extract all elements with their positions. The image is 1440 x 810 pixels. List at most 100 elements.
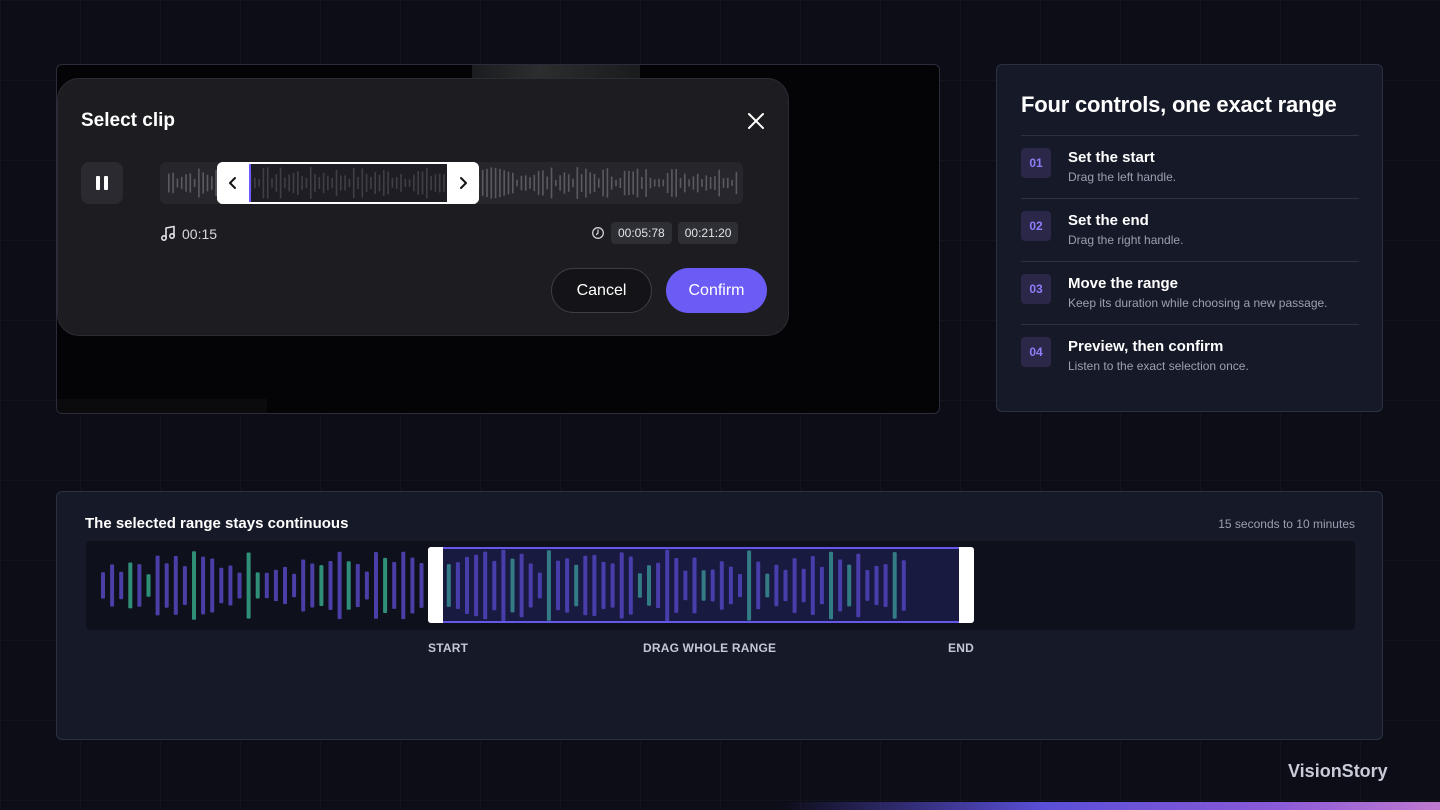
waveform-bar <box>705 175 708 191</box>
waveform-bar <box>576 167 579 199</box>
demo-start-handle[interactable] <box>428 547 443 623</box>
waveform-bar <box>419 563 424 608</box>
waveform-bar <box>585 168 587 198</box>
step-item: 02 Set the end Drag the right handle. <box>1021 198 1359 261</box>
demo-end-handle[interactable] <box>959 547 974 623</box>
waveform-bar <box>593 173 596 193</box>
waveform-bar <box>529 177 531 189</box>
waveform-bar <box>572 178 574 188</box>
chevron-left-icon <box>229 177 236 189</box>
waveform-bar <box>364 571 369 600</box>
step-title: Set the end <box>1068 212 1149 229</box>
start-time: 00:05:78 <box>611 222 672 244</box>
select-clip-modal: Select clip 00:15 00:05:78 00:21:20 Canc… <box>57 78 789 336</box>
waveform-bar <box>494 168 497 199</box>
waveform-bar <box>555 179 557 187</box>
waveform-bar <box>246 552 251 619</box>
waveform-bar <box>550 167 553 199</box>
waveform-bar <box>237 572 242 599</box>
waveform-bar <box>164 563 169 608</box>
pause-icon <box>96 176 100 190</box>
end-label: END <box>948 641 974 655</box>
waveform-bar <box>310 563 315 608</box>
time-range-display: 00:05:78 00:21:20 <box>591 222 739 244</box>
step-title: Move the range <box>1068 275 1179 292</box>
waveform-bar <box>615 179 617 187</box>
waveform-bar <box>101 572 105 599</box>
close-icon[interactable] <box>744 109 768 133</box>
waveform-bar <box>490 167 493 199</box>
waveform-bar <box>503 170 505 196</box>
waveform-bar <box>172 172 174 194</box>
step-description: Drag the right handle. <box>1068 233 1184 247</box>
waveform-bar <box>675 169 677 197</box>
start-handle[interactable] <box>217 162 249 204</box>
waveform-bar <box>392 562 397 609</box>
bottom-glow <box>780 802 1440 810</box>
step-description: Listen to the exact selection once. <box>1068 359 1249 373</box>
waveform-bar <box>211 176 213 190</box>
video-frame-shadow <box>57 399 267 413</box>
waveform-bar <box>623 170 626 196</box>
waveform-bar <box>168 173 170 193</box>
music-note-icon <box>160 225 176 242</box>
waveform-bar <box>198 168 200 198</box>
waveform-bar <box>202 172 204 194</box>
waveform-bar <box>567 174 570 192</box>
waveform-bar <box>653 179 656 187</box>
waveform-bar <box>337 551 342 620</box>
waveform-bar <box>602 169 604 197</box>
waveform-bar <box>283 566 287 605</box>
waveform-bar <box>401 551 406 620</box>
waveform-bar <box>516 179 518 187</box>
step-number: 01 <box>1021 148 1051 178</box>
cancel-button[interactable]: Cancel <box>551 268 652 313</box>
end-handle[interactable] <box>447 162 479 204</box>
waveform-bar <box>662 179 665 187</box>
waveform-bar <box>701 179 703 187</box>
waveform-bar <box>542 170 544 196</box>
waveform-bar <box>507 171 510 195</box>
step-number: 02 <box>1021 211 1051 241</box>
modal-title: Select clip <box>81 110 175 131</box>
waveform-bar <box>176 178 179 188</box>
waveform-bar <box>146 574 151 597</box>
waveform-bar <box>671 169 673 197</box>
pause-button[interactable] <box>81 162 123 204</box>
waveform-bar <box>119 571 124 600</box>
waveform-bar <box>559 175 561 191</box>
waveform-bar <box>606 168 609 198</box>
step-item: 04 Preview, then confirm Listen to the e… <box>1021 324 1359 387</box>
clip-selection[interactable] <box>217 162 479 204</box>
waveform-bar <box>610 176 613 190</box>
waveform-bar <box>580 174 583 192</box>
waveform-bar <box>383 557 388 613</box>
waveform-bar <box>658 178 660 187</box>
waveform-bar <box>524 175 527 191</box>
range-demo-panel: The selected range stays continuous 15 s… <box>56 491 1383 740</box>
waveform-bar <box>301 559 306 612</box>
waveform-bar <box>632 171 634 195</box>
waveform-bar <box>173 556 178 615</box>
waveform-bar <box>185 174 187 192</box>
waveform-bar <box>636 168 639 198</box>
range-demo-title: The selected range stays continuous <box>85 515 349 532</box>
chevron-right-icon <box>460 177 467 189</box>
waveform-bar <box>727 177 729 189</box>
waveform-bar <box>649 177 652 189</box>
end-time: 00:21:20 <box>677 222 739 244</box>
confirm-button[interactable]: Confirm <box>666 268 767 313</box>
waveform-bar <box>319 565 324 606</box>
waveform-bar <box>481 170 484 196</box>
waveform-bar <box>598 178 600 188</box>
playhead <box>249 164 251 202</box>
demo-selection[interactable] <box>428 547 974 623</box>
waveform-bar <box>273 569 278 602</box>
step-description: Keep its duration while choosing a new p… <box>1068 296 1328 310</box>
step-title: Preview, then confirm <box>1068 338 1224 355</box>
steps-list: 01 Set the start Drag the left handle. 0… <box>1021 135 1359 387</box>
waveform-bar <box>201 556 206 615</box>
range-duration-note: 15 seconds to 10 minutes <box>1218 517 1355 531</box>
waveform-bar <box>546 176 548 190</box>
step-number: 03 <box>1021 274 1051 304</box>
